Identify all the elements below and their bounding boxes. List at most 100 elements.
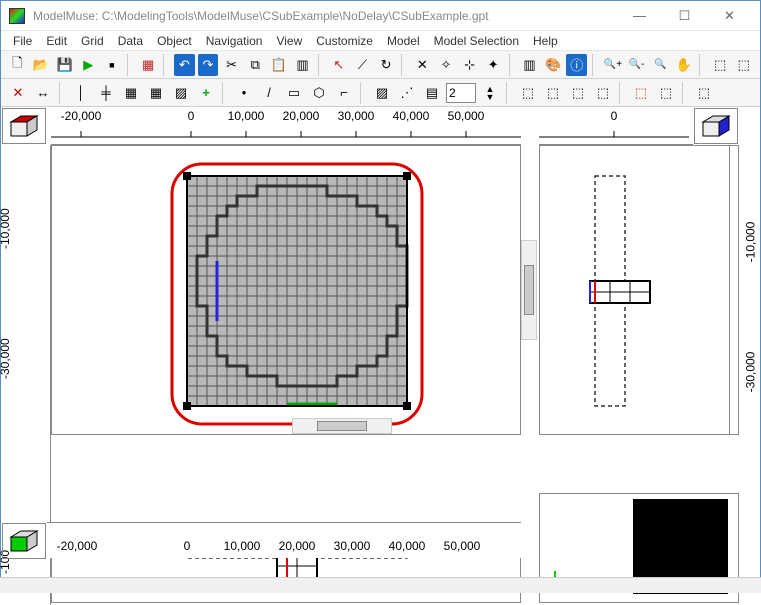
bottom-ruler: -20,000 0 10,000 20,000 30,000 40,000 50… bbox=[47, 522, 521, 558]
save-button[interactable]: 💾 bbox=[54, 54, 75, 76]
grid-tool-2[interactable]: ▦ bbox=[120, 82, 142, 104]
menu-edit[interactable]: Edit bbox=[40, 33, 73, 49]
undo-button[interactable]: ↶ bbox=[174, 54, 195, 76]
titlebar: ModelMuse: C:\ModelingTools\ModelMuse\CS… bbox=[1, 1, 760, 31]
layers-button[interactable]: ▥ bbox=[519, 54, 540, 76]
lasso-tool[interactable]: ⟋ bbox=[352, 54, 373, 76]
cut-button[interactable]: ✂ bbox=[221, 54, 242, 76]
grid-tool-4[interactable]: ▨ bbox=[170, 82, 192, 104]
line-tool[interactable]: │ bbox=[70, 82, 92, 104]
open-button[interactable]: 📂 bbox=[31, 54, 52, 76]
tick-label: 40,000 bbox=[393, 109, 430, 123]
snap-tool-3[interactable]: ⊹ bbox=[459, 54, 480, 76]
menu-customize[interactable]: Customize bbox=[310, 33, 379, 49]
stack-tool[interactable]: ▤ bbox=[421, 82, 443, 104]
tile-button[interactable]: ▦ bbox=[138, 54, 159, 76]
tick-label: 30,000 bbox=[338, 109, 375, 123]
menu-model-selection[interactable]: Model Selection bbox=[428, 33, 525, 49]
tick-label: -20,000 bbox=[61, 109, 102, 123]
add-button[interactable]: + bbox=[195, 82, 217, 104]
dots-tool[interactable]: ⋰ bbox=[396, 82, 418, 104]
tick-label: 0 bbox=[188, 109, 195, 123]
top-view-hscroll[interactable] bbox=[292, 418, 392, 434]
info-button[interactable]: ⓘ bbox=[566, 54, 587, 76]
delete-obj-button[interactable]: ✕ bbox=[7, 82, 29, 104]
zoom-out-button[interactable]: 🔍- bbox=[626, 54, 647, 76]
front-view-cube-icon[interactable] bbox=[2, 523, 46, 559]
menu-help[interactable]: Help bbox=[527, 33, 564, 49]
extra-button-1[interactable]: ⬚ bbox=[710, 54, 731, 76]
menu-data[interactable]: Data bbox=[112, 33, 149, 49]
menubar: File Edit Grid Data Object Navigation Vi… bbox=[1, 31, 760, 51]
tick-label: -30,000 bbox=[743, 352, 757, 393]
view-cube-2[interactable]: ⬚ bbox=[542, 82, 564, 104]
poly-tool[interactable]: ⬡ bbox=[308, 82, 330, 104]
tick-label: 0 bbox=[184, 539, 191, 553]
menu-object[interactable]: Object bbox=[151, 33, 198, 49]
run-button[interactable]: ▶ bbox=[78, 54, 99, 76]
tick-label: 50,000 bbox=[448, 109, 485, 123]
tick-label: -30,000 bbox=[0, 338, 12, 379]
pan-button[interactable]: ✋ bbox=[674, 54, 695, 76]
top-view-vscroll[interactable] bbox=[521, 240, 537, 340]
move-button[interactable]: ↔ bbox=[32, 82, 54, 104]
tick-label: 20,000 bbox=[283, 109, 320, 123]
tick-label: -10,000 bbox=[0, 208, 12, 249]
close-button[interactable]: ✕ bbox=[707, 2, 752, 30]
toolbar-drawing: ✕ ↔ │ ╪ ▦ ▦ ▨ + • / ▭ ⬡ ⌐ ▨ ⋰ ▤ ▲▼ ⬚ ⬚ ⬚… bbox=[1, 79, 760, 107]
rotate-tool[interactable]: ↻ bbox=[376, 54, 397, 76]
view-cube-7[interactable]: ⬚ bbox=[693, 82, 715, 104]
redo-button[interactable]: ↷ bbox=[198, 54, 219, 76]
layer-spinner[interactable] bbox=[446, 83, 476, 103]
side-view[interactable] bbox=[539, 145, 739, 435]
top-view[interactable] bbox=[51, 145, 521, 435]
paste-button[interactable]: 📋 bbox=[269, 54, 290, 76]
tick-label: 40,000 bbox=[389, 539, 426, 553]
tick-label: 0 bbox=[611, 109, 618, 123]
menu-navigation[interactable]: Navigation bbox=[200, 33, 269, 49]
hatch-tool[interactable]: ▨ bbox=[371, 82, 393, 104]
menu-grid[interactable]: Grid bbox=[75, 33, 110, 49]
palette-button[interactable]: 🎨 bbox=[543, 54, 564, 76]
extra-button-2[interactable]: ⬚ bbox=[733, 54, 754, 76]
point-tool[interactable]: • bbox=[233, 82, 255, 104]
menu-model[interactable]: Model bbox=[381, 33, 426, 49]
view-cube-4[interactable]: ⬚ bbox=[592, 82, 614, 104]
maximize-button[interactable]: ☐ bbox=[662, 2, 707, 30]
tick-label: 30,000 bbox=[334, 539, 371, 553]
grid-tool-3[interactable]: ▦ bbox=[145, 82, 167, 104]
snap-tool-4[interactable]: ✦ bbox=[483, 54, 504, 76]
spinner-buttons[interactable]: ▲▼ bbox=[479, 82, 501, 104]
view-cube-3[interactable]: ⬚ bbox=[567, 82, 589, 104]
tick-label: 50,000 bbox=[444, 539, 481, 553]
tick-label: 10,000 bbox=[228, 109, 265, 123]
step-tool[interactable]: ⌐ bbox=[333, 82, 355, 104]
statusbar bbox=[0, 577, 761, 593]
new-button[interactable]: 🗋 bbox=[7, 54, 28, 76]
view-cube-6[interactable]: ⬚ bbox=[655, 82, 677, 104]
pointer-tool[interactable]: ↖ bbox=[328, 54, 349, 76]
zoom-in-button[interactable]: 🔍+ bbox=[603, 54, 624, 76]
app-icon bbox=[9, 8, 25, 24]
copy-button[interactable]: ⧉ bbox=[245, 54, 266, 76]
segment-tool[interactable]: / bbox=[258, 82, 280, 104]
menu-view[interactable]: View bbox=[270, 33, 308, 49]
snap-tool-2[interactable]: ✧ bbox=[436, 54, 457, 76]
zoom-fit-button[interactable]: 🔍 bbox=[650, 54, 671, 76]
menu-file[interactable]: File bbox=[7, 33, 38, 49]
view-cube-1[interactable]: ⬚ bbox=[517, 82, 539, 104]
minimize-button[interactable]: — bbox=[617, 2, 662, 30]
side-view-cube-icon[interactable] bbox=[694, 108, 738, 144]
rect-tool[interactable]: ▭ bbox=[283, 82, 305, 104]
tick-label: 20,000 bbox=[279, 539, 316, 553]
tick-label: 10,000 bbox=[224, 539, 261, 553]
tick-label: -20,000 bbox=[57, 539, 98, 553]
delete-button[interactable]: ▥ bbox=[292, 54, 313, 76]
view-cube-5[interactable]: ⬚ bbox=[630, 82, 652, 104]
stop-button[interactable]: ■ bbox=[102, 54, 123, 76]
top-view-cube-icon[interactable] bbox=[2, 108, 46, 144]
side-ruler-top: 0 bbox=[539, 107, 693, 145]
snap-tool-1[interactable]: ✕ bbox=[412, 54, 433, 76]
grid-tool-1[interactable]: ╪ bbox=[95, 82, 117, 104]
right-ruler: -10,000 -30,000 bbox=[729, 145, 757, 435]
